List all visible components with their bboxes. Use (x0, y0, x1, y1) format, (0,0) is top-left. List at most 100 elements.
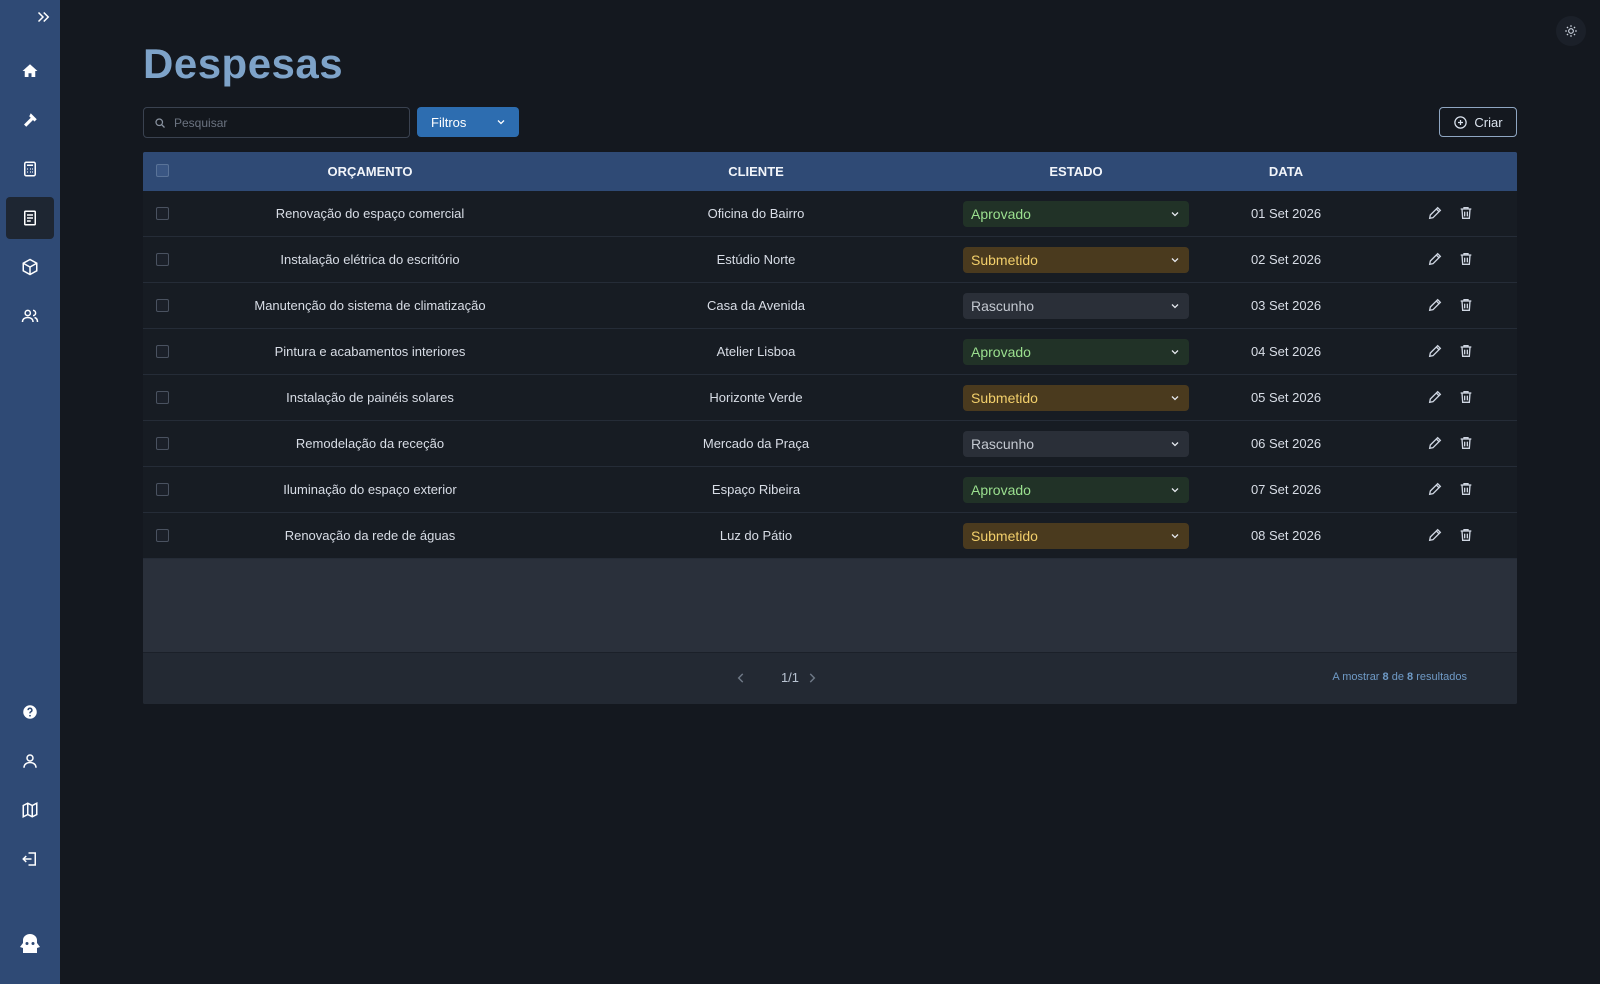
edit-icon[interactable] (1427, 527, 1443, 543)
column-header-estado[interactable]: ESTADO (963, 152, 1189, 191)
row-checkbox[interactable] (156, 207, 169, 220)
plus-circle-icon (1454, 115, 1468, 129)
document-icon (24, 210, 36, 226)
row-checkbox[interactable] (156, 529, 169, 542)
chevrons-right-icon[interactable] (34, 8, 52, 26)
page-title: Despesas (143, 40, 344, 87)
theme-toggle-button[interactable] (1556, 16, 1586, 46)
trash-icon[interactable] (1458, 297, 1474, 313)
column-header-data[interactable]: DATA (1206, 152, 1366, 191)
sidebar-item-calculator[interactable] (6, 148, 54, 190)
table-footer: 1/1 A mostrar 8 de 8 resultados (143, 652, 1517, 704)
status-value: Submetido (971, 390, 1038, 406)
column-header-cliente[interactable]: CLIENTE (606, 152, 906, 191)
status-select[interactable]: Aprovado (963, 477, 1189, 503)
table-row[interactable]: Instalação de painéis solares Horizonte … (143, 375, 1517, 421)
cell-orcamento: Instalação de painéis solares (286, 390, 454, 405)
status-select[interactable]: Rascunho (963, 431, 1189, 457)
results-prefix: A mostrar (1332, 671, 1380, 683)
home-icon (22, 64, 38, 77)
results-suffix: resultados (1416, 671, 1467, 683)
cell-orcamento: Renovação do espaço comercial (275, 206, 465, 221)
status-value: Submetido (971, 528, 1038, 544)
row-checkbox[interactable] (156, 299, 169, 312)
sidebar-item-help[interactable] (6, 691, 54, 733)
edit-icon[interactable] (1427, 251, 1443, 267)
expenses-table: ORÇAMENTO CLIENTE ESTADO DATA Renovação … (143, 152, 1517, 704)
edit-icon[interactable] (1427, 205, 1443, 221)
cell-cliente: Horizonte Verde (709, 390, 803, 405)
status-select[interactable]: Submetido (963, 523, 1189, 549)
edit-icon[interactable] (1427, 389, 1443, 405)
table-row[interactable]: Renovação da rede de águas Luz do Pátio … (143, 513, 1517, 559)
help-icon (23, 705, 37, 719)
trash-icon[interactable] (1458, 435, 1474, 451)
cell-data: 02 Set 2026 (1250, 252, 1322, 267)
chevron-right-icon[interactable] (805, 671, 819, 685)
status-value: Rascunho (971, 298, 1035, 314)
cell-orcamento: Remodelação da receção (295, 436, 445, 451)
row-checkbox[interactable] (156, 483, 169, 496)
cell-data: 01 Set 2026 (1250, 206, 1322, 221)
cell-cliente: Luz do Pátio (719, 528, 793, 543)
edit-icon[interactable] (1427, 343, 1443, 359)
search-box[interactable] (143, 107, 410, 138)
sidebar-item-products[interactable] (6, 246, 54, 288)
edit-icon[interactable] (1427, 481, 1443, 497)
cell-cliente: Casa da Avenida (706, 298, 806, 313)
table-row[interactable]: Renovação do espaço comercial Oficina do… (143, 191, 1517, 237)
table-row[interactable]: Instalação elétrica do escritório Estúdi… (143, 237, 1517, 283)
sidebar-item-home[interactable] (6, 50, 54, 92)
trash-icon[interactable] (1458, 481, 1474, 497)
chevron-down-icon (1171, 350, 1179, 355)
sidebar-item-logout[interactable] (6, 838, 54, 880)
status-value: Aprovado (971, 206, 1031, 222)
sidebar-logo[interactable] (6, 924, 54, 964)
row-checkbox[interactable] (156, 253, 169, 266)
sidebar-item-clients[interactable] (6, 295, 54, 337)
cell-orcamento: Iluminação do espaço exterior (283, 482, 457, 497)
trash-icon[interactable] (1458, 527, 1474, 543)
search-input[interactable] (172, 114, 406, 131)
edit-icon[interactable] (1427, 435, 1443, 451)
status-select[interactable]: Submetido (963, 247, 1189, 273)
chevron-down-icon (497, 120, 505, 125)
sidebar-item-tools[interactable] (6, 99, 54, 141)
row-checkbox[interactable] (156, 345, 169, 358)
select-all-checkbox[interactable] (156, 164, 169, 177)
table-body: Renovação do espaço comercial Oficina do… (143, 191, 1517, 559)
package-icon (22, 258, 38, 276)
column-header-orcamento[interactable]: ORÇAMENTO (220, 152, 520, 191)
trash-icon[interactable] (1458, 343, 1474, 359)
row-checkbox[interactable] (156, 437, 169, 450)
cell-data: 07 Set 2026 (1250, 482, 1322, 497)
trash-icon[interactable] (1458, 251, 1474, 267)
status-select[interactable]: Submetido (963, 385, 1189, 411)
hammer-icon (24, 113, 37, 127)
sidebar-item-expenses[interactable] (6, 197, 54, 239)
cell-orcamento: Manutenção do sistema de climatização (254, 298, 486, 313)
table-row[interactable]: Remodelação da receção Mercado da Praça … (143, 421, 1517, 467)
chevron-down-icon (1171, 304, 1179, 309)
status-select[interactable]: Aprovado (963, 339, 1189, 365)
calculator-icon (24, 161, 36, 177)
table-row[interactable]: Pintura e acabamentos interiores Atelier… (143, 329, 1517, 375)
create-button[interactable]: Criar (1439, 107, 1517, 137)
cell-data: 04 Set 2026 (1250, 344, 1322, 359)
table-row[interactable]: Iluminação do espaço exterior Espaço Rib… (143, 467, 1517, 513)
status-select[interactable]: Rascunho (963, 293, 1189, 319)
cell-data: 05 Set 2026 (1250, 390, 1322, 405)
status-select[interactable]: Aprovado (963, 201, 1189, 227)
filters-dropdown-button[interactable]: Filtros (417, 107, 519, 137)
trash-icon[interactable] (1458, 389, 1474, 405)
row-checkbox[interactable] (156, 391, 169, 404)
chevron-left-icon[interactable] (734, 671, 748, 685)
sidebar-item-map[interactable] (6, 789, 54, 831)
edit-icon[interactable] (1427, 297, 1443, 313)
chevron-down-icon (1171, 534, 1179, 539)
results-total: 8 (1407, 671, 1414, 683)
trash-icon[interactable] (1458, 205, 1474, 221)
results-shown: 8 (1382, 671, 1389, 683)
sidebar-item-profile[interactable] (6, 740, 54, 782)
table-row[interactable]: Manutenção do sistema de climatização Ca… (143, 283, 1517, 329)
